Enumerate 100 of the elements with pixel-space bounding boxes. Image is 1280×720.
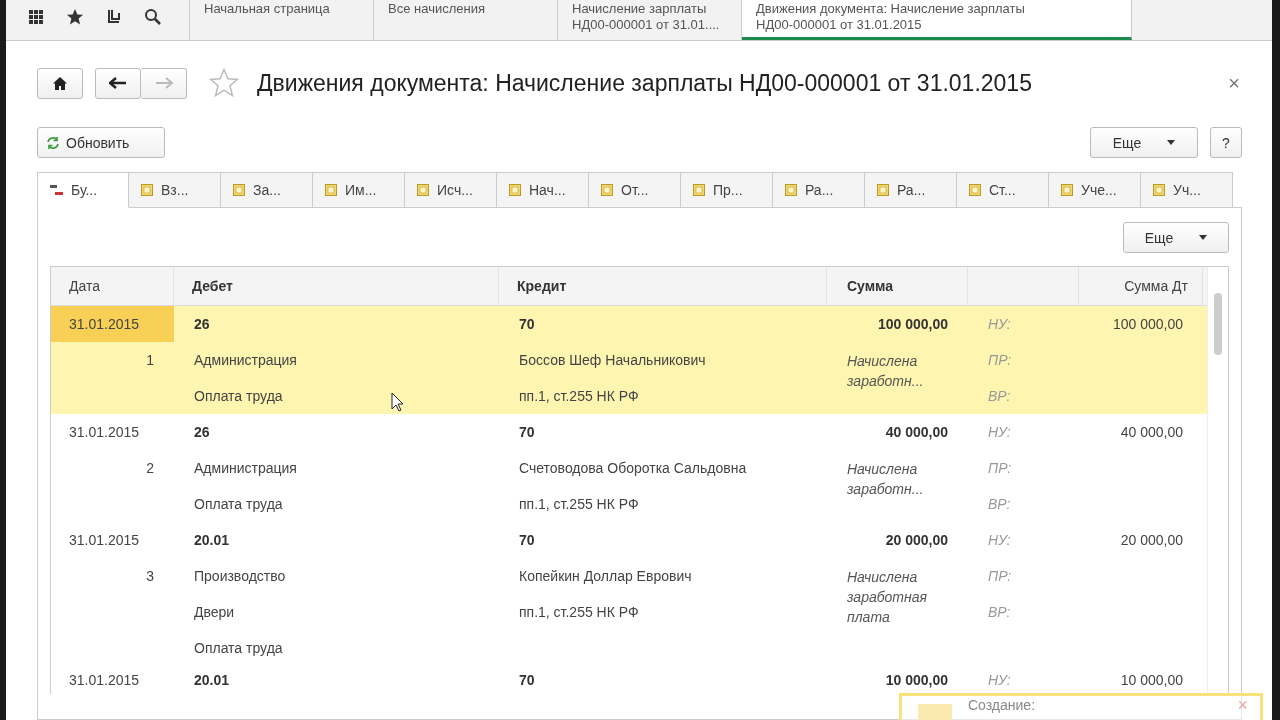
tax-label: ПР:	[988, 568, 1012, 584]
tax-label: НУ:	[988, 316, 1011, 332]
debit-cell: Оплата труда	[194, 496, 283, 512]
more-button[interactable]: Еще	[1090, 127, 1198, 158]
help-button[interactable]: ?	[1210, 127, 1242, 158]
sum-cell: 100 000,00	[877, 316, 948, 332]
credit-cell: Копейкин Доллар Еврович	[519, 568, 692, 584]
register-icon	[969, 184, 981, 196]
close-button[interactable]: ×	[1226, 71, 1242, 95]
sum-cell: 10 000,00	[1120, 672, 1183, 688]
tax-label: ВР:	[988, 496, 1011, 512]
debit-cell: 26	[194, 424, 210, 440]
scrollbar-thumb[interactable]	[1214, 293, 1222, 355]
register-tab[interactable]: Исч...	[405, 172, 497, 208]
register-tab[interactable]: Ра...	[773, 172, 865, 208]
register-tab[interactable]: Им...	[313, 172, 405, 208]
register-tab[interactable]: Нач...	[497, 172, 589, 208]
posting-row[interactable]: 31.01.2015 2 26 Администрация Оплата труда 70 Счетоводова Оборотка Сальдовна пп.1, ст.255 НК РФ 40 000,00 Начислена заработн... НУ: ПР: ВР: 40 000,00	[51, 414, 1208, 522]
credit-cell: 70	[519, 672, 535, 688]
tax-label: НУ:	[988, 672, 1011, 688]
register-tab[interactable]: Бу...	[37, 172, 129, 208]
credit-cell: 70	[519, 424, 535, 440]
register-tab[interactable]: Уче...	[1049, 172, 1141, 208]
register-tab[interactable]: Ст...	[957, 172, 1049, 208]
register-icon	[601, 184, 613, 196]
home-button[interactable]	[37, 67, 83, 99]
debit-cell: 20.01	[194, 532, 230, 548]
column-header[interactable]: Сумма Дт	[1079, 267, 1203, 305]
register-icon	[141, 184, 153, 196]
refresh-button[interactable]: Обновить	[37, 127, 165, 158]
date-cell: 31.01.2015	[69, 424, 140, 440]
register-tab[interactable]: Вз...	[129, 172, 221, 208]
tax-label: ВР:	[988, 604, 1011, 620]
star-icon[interactable]	[66, 8, 84, 26]
tax-label: ПР:	[988, 460, 1012, 476]
content-text: Начислена заработная плата	[847, 568, 928, 627]
caret-icon	[1167, 140, 1176, 145]
register-icon	[693, 184, 705, 196]
debit-cell: 26	[194, 316, 210, 332]
page-tab[interactable]: Все начисления	[374, 0, 558, 40]
column-header[interactable]: Сумма	[827, 267, 968, 305]
posting-row[interactable]: 31.01.2015 3 20.01 Производство Двери Оплата труда 70 Копейкин Доллар Еврович пп.1, ст.255 НК РФ 20 000,00 Начислена заработная плата НУ: ПР: ВР: 20 000,00	[51, 522, 1208, 666]
tax-label: ВР:	[988, 388, 1011, 404]
star-outline-icon[interactable]	[209, 68, 239, 98]
credit-cell: Боссов Шеф Начальникович	[519, 352, 706, 368]
row-number: 2	[146, 460, 154, 476]
sum-cell: 20 000,00	[885, 532, 948, 548]
credit-cell: пп.1, ст.255 НК РФ	[519, 496, 639, 512]
register-tab[interactable]: За...	[221, 172, 313, 208]
column-header[interactable]: Дата	[51, 267, 174, 305]
register-icon	[785, 184, 797, 196]
search-icon[interactable]	[144, 8, 162, 26]
forward-arrow-icon	[154, 77, 173, 89]
debit-credit-icon	[50, 183, 63, 197]
sum-cell: 10 000,00	[885, 672, 948, 688]
debit-cell: Администрация	[194, 352, 297, 368]
page-tab[interactable]: Начальная страница	[190, 0, 374, 40]
refresh-icon	[46, 135, 60, 150]
caret-icon	[1199, 235, 1208, 240]
credit-cell: пп.1, ст.255 НК РФ	[519, 604, 639, 620]
register-tab[interactable]: Уч...	[1141, 172, 1233, 208]
tax-label: НУ:	[988, 424, 1011, 440]
register-icon	[509, 184, 521, 196]
home-icon	[53, 76, 67, 90]
row-number: 1	[146, 352, 154, 368]
column-header[interactable]: Дебет	[174, 267, 499, 305]
content-text: Начислена заработн...	[847, 460, 925, 499]
back-arrow-icon	[109, 77, 127, 89]
register-icon	[1061, 184, 1073, 196]
credit-cell: 70	[519, 532, 535, 548]
history-icon[interactable]	[106, 8, 122, 26]
tax-label: ПР:	[988, 352, 1012, 368]
date-cell: 31.01.2015	[69, 532, 140, 548]
page-tab[interactable]: Движения документа: Начисление зарплаты НД00-000001 от 31.01.2015	[742, 0, 1132, 40]
posting-row[interactable]: 31.01.2015 1 26 Администрация Оплата труда 70 Боссов Шеф Начальникович пп.1, ст.255 НК РФ 100 000,00 Начислена заработн... НУ: ПР: ВР: 100 000,00	[51, 306, 1208, 414]
debit-cell: 20.01	[194, 672, 230, 688]
apps-grid-icon[interactable]	[28, 9, 44, 25]
more-button[interactable]: Еще	[1123, 222, 1229, 253]
register-tab[interactable]: От...	[589, 172, 681, 208]
sum-cell: 100 000,00	[1112, 316, 1183, 332]
sum-cell: 40 000,00	[1120, 424, 1183, 440]
row-number: 3	[146, 568, 154, 584]
notification-title: Создание:	[968, 697, 1036, 713]
register-tab[interactable]: Ра...	[865, 172, 957, 208]
column-header[interactable]: Кредит	[499, 267, 827, 305]
register-icon	[325, 184, 337, 196]
back-button[interactable]	[95, 67, 141, 99]
register-tab[interactable]: Пр...	[681, 172, 773, 208]
posting-row[interactable]: 31.01.2015 20.01 70 10 000,00 НУ: 10 000,00	[51, 666, 1208, 694]
date-cell: 31.01.2015	[69, 316, 140, 332]
debit-cell: Администрация	[194, 460, 297, 476]
debit-cell: Оплата труда	[194, 640, 283, 656]
debit-cell: Оплата труда	[194, 388, 283, 404]
register-icon	[877, 184, 889, 196]
tax-label: НУ:	[988, 532, 1011, 548]
window-title: Движения документа: Начисление зарплаты НД00-000001 от 31.01.2015	[257, 69, 1032, 97]
credit-cell: пп.1, ст.255 НК РФ	[519, 388, 639, 404]
date-cell: 31.01.2015	[69, 672, 140, 688]
sum-cell: 20 000,00	[1120, 532, 1183, 548]
register-icon	[233, 184, 245, 196]
